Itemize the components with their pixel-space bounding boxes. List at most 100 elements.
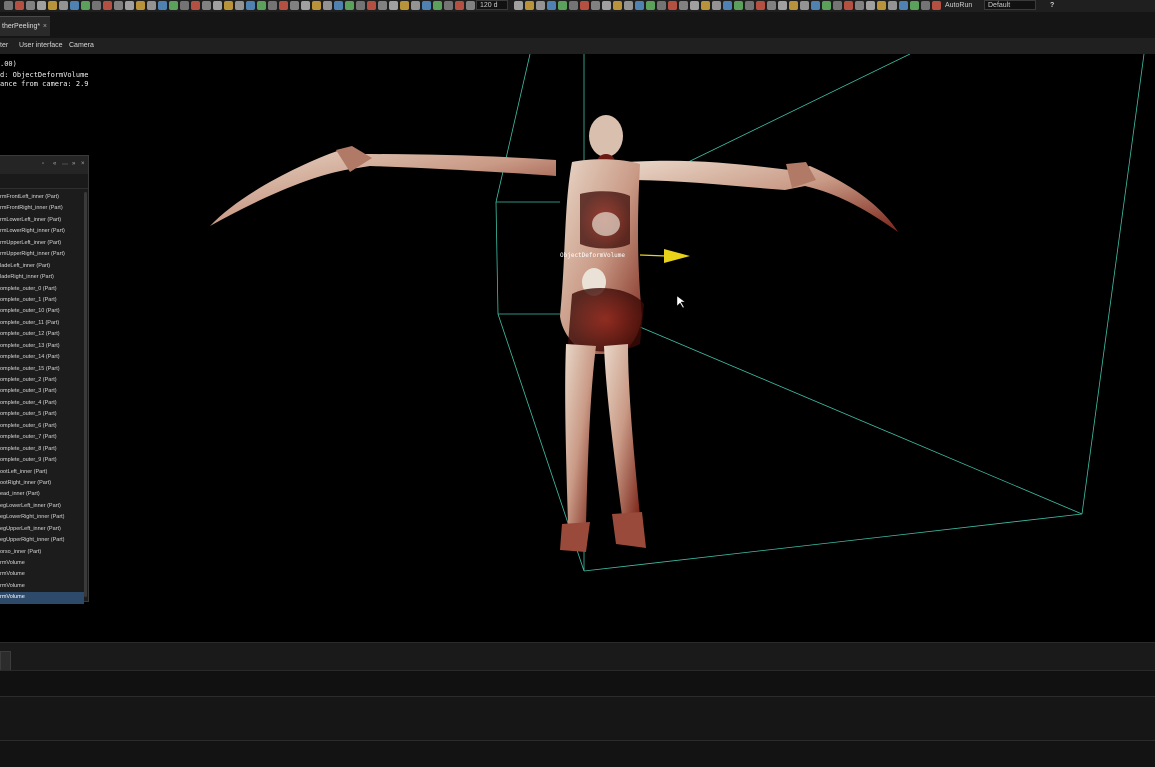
- outliner-row[interactable]: ootRight_inner (Part): [0, 478, 84, 489]
- toolbar-tool-icon[interactable]: [246, 1, 255, 10]
- toolbar-tool-icon[interactable]: [114, 1, 123, 10]
- outliner-row[interactable]: omplete_outer_4 (Part): [0, 398, 84, 409]
- toolbar-tool-icon[interactable]: [136, 1, 145, 10]
- toolbar-tool-icon[interactable]: [290, 1, 299, 10]
- outliner-row[interactable]: omplete_outer_11 (Part): [0, 318, 84, 329]
- toolbar-tool-icon[interactable]: [910, 1, 919, 10]
- menu-user-interface[interactable]: User interface: [19, 38, 63, 54]
- outliner-row[interactable]: rmVolume: [0, 581, 84, 592]
- outliner-row[interactable]: rmVolume: [0, 592, 84, 604]
- outliner-row[interactable]: omplete_outer_0 (Part): [0, 284, 84, 295]
- toolbar-tool-icon[interactable]: [734, 1, 743, 10]
- toolbar-tool-icon[interactable]: [602, 1, 611, 10]
- toolbar-tool-icon[interactable]: [213, 1, 222, 10]
- toolbar-tool-icon[interactable]: [444, 1, 453, 10]
- bottom-panel-tab[interactable]: [0, 651, 11, 671]
- outliner-row[interactable]: omplete_outer_14 (Part): [0, 352, 84, 363]
- outliner-row[interactable]: omplete_outer_15 (Part): [0, 364, 84, 375]
- toolbar-tool-icon[interactable]: [125, 1, 134, 10]
- toolbar-tool-icon[interactable]: [536, 1, 545, 10]
- preset-dropdown[interactable]: Default: [984, 0, 1036, 10]
- toolbar-tool-icon[interactable]: [712, 1, 721, 10]
- toolbar-tool-icon[interactable]: [580, 1, 589, 10]
- toolbar-tool-icon[interactable]: [833, 1, 842, 10]
- panel-pin-icon[interactable]: ▫: [42, 161, 44, 167]
- toolbar-tool-icon[interactable]: [15, 1, 24, 10]
- toolbar-tool-icon[interactable]: [789, 1, 798, 10]
- toolbar-tool-icon[interactable]: [378, 1, 387, 10]
- toolbar-tool-icon[interactable]: [345, 1, 354, 10]
- command-bar[interactable]: [0, 670, 1155, 697]
- toolbar-tool-icon[interactable]: [558, 1, 567, 10]
- toolbar-tool-icon[interactable]: [323, 1, 332, 10]
- toolbar-tool-icon[interactable]: [224, 1, 233, 10]
- toolbar-tool-icon[interactable]: [279, 1, 288, 10]
- toolbar-tool-icon[interactable]: [525, 1, 534, 10]
- outliner-row[interactable]: egUpperLeft_inner (Part): [0, 524, 84, 535]
- panel-expand-icon[interactable]: »: [72, 161, 75, 167]
- toolbar-tool-icon[interactable]: [723, 1, 732, 10]
- menu-filter[interactable]: ter: [0, 38, 8, 54]
- outliner-row[interactable]: omplete_outer_3 (Part): [0, 386, 84, 397]
- gizmo-arrow-icon[interactable]: [664, 249, 690, 263]
- toolbar-tool-icon[interactable]: [37, 1, 46, 10]
- outliner-row[interactable]: omplete_outer_13 (Part): [0, 341, 84, 352]
- toolbar-tool-icon[interactable]: [48, 1, 57, 10]
- outliner-scrollbar[interactable]: [84, 192, 87, 597]
- toolbar-tool-icon[interactable]: [888, 1, 897, 10]
- toolbar-tool-icon[interactable]: [26, 1, 35, 10]
- toolbar-tool-icon[interactable]: [921, 1, 930, 10]
- toolbar-tool-icon[interactable]: [455, 1, 464, 10]
- toolbar-tool-icon[interactable]: [635, 1, 644, 10]
- toolbar-tool-icon[interactable]: [800, 1, 809, 10]
- toolbar-tool-icon[interactable]: [334, 1, 343, 10]
- outliner-row[interactable]: ladeRight_inner (Part): [0, 272, 84, 283]
- toolbar-tool-icon[interactable]: [147, 1, 156, 10]
- toolbar-tool-icon[interactable]: [103, 1, 112, 10]
- autorun-button[interactable]: AutoRun: [945, 0, 972, 11]
- toolbar-tool-icon[interactable]: [701, 1, 710, 10]
- outliner-row[interactable]: rmFrontRight_inner (Part): [0, 203, 84, 214]
- toolbar-tool-icon[interactable]: [844, 1, 853, 10]
- toolbar-tool-icon[interactable]: [466, 1, 475, 10]
- toolbar-tool-icon[interactable]: [932, 1, 941, 10]
- outliner-row[interactable]: ead_inner (Part): [0, 489, 84, 500]
- outliner-row[interactable]: omplete_outer_2 (Part): [0, 375, 84, 386]
- outliner-row[interactable]: ladeLeft_inner (Part): [0, 261, 84, 272]
- toolbar-tool-icon[interactable]: [70, 1, 79, 10]
- outliner-row[interactable]: rmVolume: [0, 558, 84, 569]
- tab-active-document[interactable]: therPeeling* ×: [0, 16, 50, 36]
- outliner-row[interactable]: egUpperRight_inner (Part): [0, 535, 84, 546]
- toolbar-tool-icon[interactable]: [400, 1, 409, 10]
- toolbar-tool-icon[interactable]: [811, 1, 820, 10]
- toolbar-tool-icon[interactable]: [668, 1, 677, 10]
- toolbar-tool-icon[interactable]: [855, 1, 864, 10]
- toolbar-tool-icon[interactable]: [389, 1, 398, 10]
- toolbar-tool-icon[interactable]: [312, 1, 321, 10]
- toolbar-tool-icon[interactable]: [158, 1, 167, 10]
- toolbar-tool-icon[interactable]: [547, 1, 556, 10]
- toolbar-tool-icon[interactable]: [422, 1, 431, 10]
- outliner-row[interactable]: omplete_outer_1 (Part): [0, 295, 84, 306]
- toolbar-tool-icon[interactable]: [367, 1, 376, 10]
- toolbar-tool-icon[interactable]: [514, 1, 523, 10]
- outliner-search-input[interactable]: [0, 174, 88, 189]
- panel-menu-icon[interactable]: ⋯: [62, 161, 68, 168]
- toolbar-tool-icon[interactable]: [356, 1, 365, 10]
- outliner-row[interactable]: rmLowerLeft_inner (Part): [0, 215, 84, 226]
- help-button[interactable]: ?: [1050, 0, 1054, 11]
- outliner-row[interactable]: omplete_outer_9 (Part): [0, 455, 84, 466]
- outliner-row[interactable]: rmLowerRight_inner (Part): [0, 226, 84, 237]
- outliner-row[interactable]: omplete_outer_6 (Part): [0, 421, 84, 432]
- toolbar-tool-icon[interactable]: [767, 1, 776, 10]
- toolbar-tool-icon[interactable]: [866, 1, 875, 10]
- menu-camera[interactable]: Camera: [69, 38, 94, 54]
- outliner-row[interactable]: omplete_outer_12 (Part): [0, 329, 84, 340]
- outliner-row[interactable]: egLowerLeft_inner (Part): [0, 501, 84, 512]
- toolbar-tool-icon[interactable]: [235, 1, 244, 10]
- toolbar-tool-icon[interactable]: [301, 1, 310, 10]
- toolbar-tool-icon[interactable]: [4, 1, 13, 10]
- toolbar-tool-icon[interactable]: [59, 1, 68, 10]
- toolbar-tool-icon[interactable]: [591, 1, 600, 10]
- outliner-row[interactable]: rmVolume: [0, 569, 84, 580]
